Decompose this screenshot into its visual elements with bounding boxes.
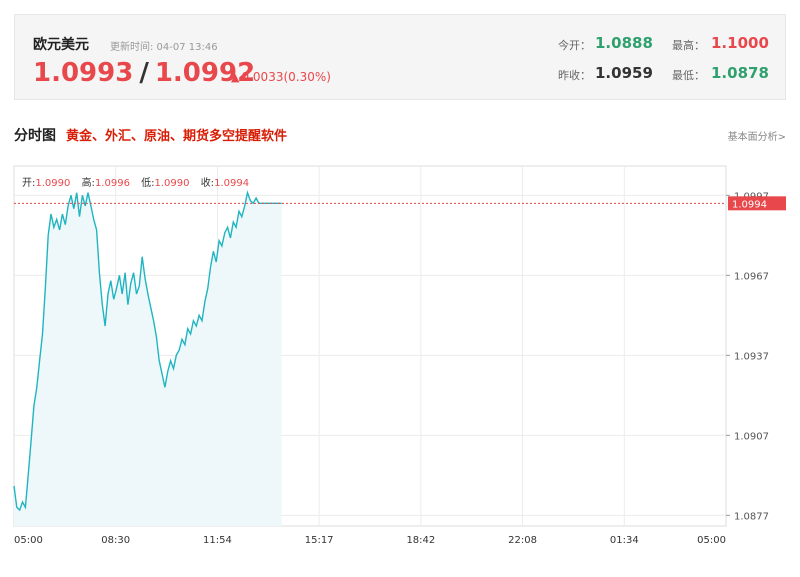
promo-link[interactable]: 黄金、外汇、原油、期货多空提醒软件	[66, 125, 287, 144]
low-value: 1.0878	[711, 64, 769, 82]
y-tick-label: 1.0877	[734, 511, 769, 522]
price-change: ▲ 0.0033(0.30%)	[231, 70, 331, 84]
bid-ask-price: 1.0993/1.0992	[33, 58, 255, 88]
prev-close-value: 1.0959	[595, 64, 653, 82]
current-price-label: 1.0994	[732, 199, 767, 210]
section-title: 分时图	[14, 128, 56, 144]
ohlc-low-value: 1.0990	[154, 178, 190, 189]
high-label: 最高：	[672, 39, 705, 52]
x-tick-label: 05:00	[14, 535, 43, 546]
x-tick-label: 01:34	[610, 535, 639, 546]
y-tick-label: 1.0937	[734, 351, 769, 362]
ohlc-low-label: 低:	[141, 178, 155, 189]
fundamental-analysis-link[interactable]: 基本面分析>	[728, 128, 786, 143]
open-value: 1.0888	[595, 34, 653, 52]
change-value: 0.0033(0.30%)	[241, 70, 331, 84]
high-value: 1.1000	[711, 34, 769, 52]
low-label: 最低：	[672, 69, 705, 82]
quote-panel: 欧元美元 更新时间: 04-07 13:46 1.0993/1.0992 ▲ 0.…	[14, 14, 786, 100]
ohlc-close-label: 收:	[200, 178, 215, 189]
ohlc-high-value: 1.0996	[94, 178, 130, 189]
x-tick-label: 08:30	[101, 535, 130, 546]
bid-price: 1.0993	[33, 58, 134, 88]
update-time: 更新时间: 04-07 13:46	[110, 42, 218, 53]
ohlc-readout: 开:1.0990 高:1.0996 低:1.0990 收:1.0994	[22, 174, 257, 189]
prev-close-label: 昨收：	[558, 69, 591, 82]
pair-name: 欧元美元	[33, 37, 89, 53]
price-area-fill	[14, 192, 282, 526]
ohlc-high-label: 高:	[81, 178, 95, 189]
intraday-chart: 1.08771.09071.09371.09671.099705:0008:30…	[13, 165, 786, 546]
ohlc-open-label: 开:	[22, 178, 36, 189]
arrow-up-icon: ▲	[231, 71, 240, 84]
x-tick-label: 15:17	[305, 535, 334, 546]
ohlc-close-value: 1.0994	[214, 178, 250, 189]
open-label: 今开：	[558, 39, 591, 52]
x-tick-label: 05:00	[697, 535, 726, 546]
price-separator: /	[139, 58, 149, 88]
x-tick-label: 11:54	[203, 535, 232, 546]
y-tick-label: 1.0907	[734, 431, 769, 442]
ohlc-open-value: 1.0990	[35, 178, 71, 189]
x-tick-label: 22:08	[508, 535, 537, 546]
x-tick-label: 18:42	[406, 535, 435, 546]
y-tick-label: 1.0967	[734, 271, 769, 282]
